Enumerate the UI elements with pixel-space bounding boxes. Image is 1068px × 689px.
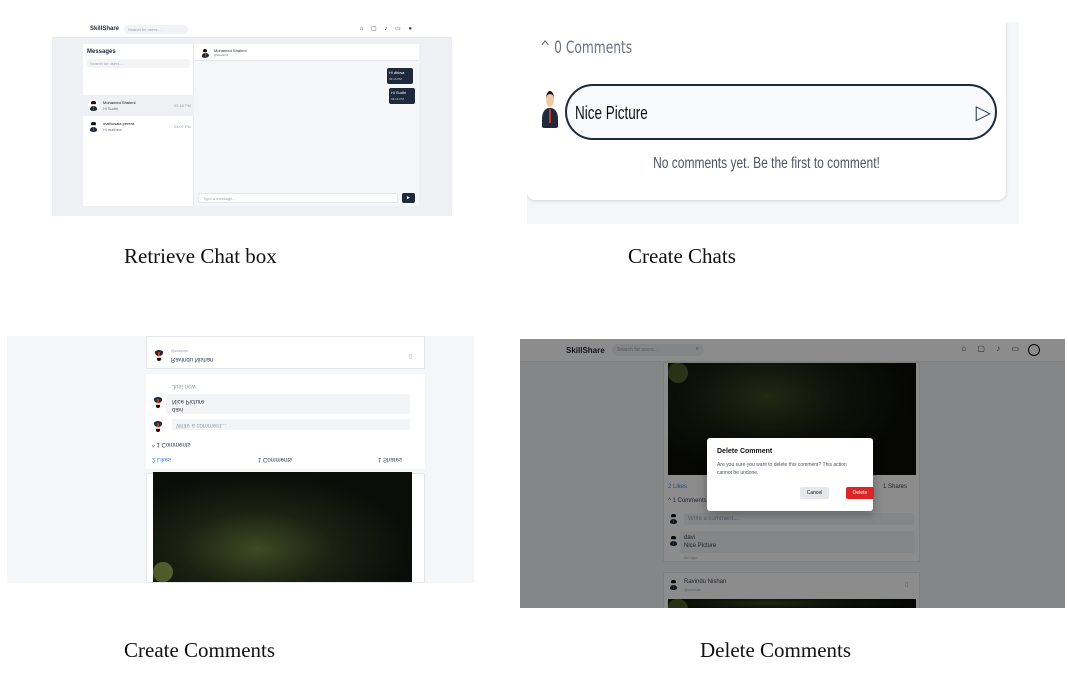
comments-count[interactable]: 1 Comments (258, 456, 292, 462)
caption-retrieve-chat: Retrieve Chat box (124, 244, 277, 268)
post-card (146, 472, 425, 583)
conversation-last-message: Hi mathew (103, 127, 122, 132)
create-comment-screenshot: 2 Likes 1 Comments 1 Shares ^ 1 Comments… (7, 336, 474, 583)
sidebar-title: Messages (87, 49, 116, 55)
conversation-time: 03:16 PM (173, 103, 191, 108)
home-icon[interactable]: ⌂ (360, 26, 364, 32)
comment-input[interactable]: Write a comment... (172, 419, 410, 430)
comment-text: Nice Picture (172, 398, 205, 404)
messages-sidebar: Messages Search for users... Mohamed Sha… (83, 44, 194, 206)
nav-icons: ⌂ ▢ ♪ ▭ ● (354, 25, 412, 32)
chat-icon[interactable]: ▭ (395, 26, 401, 32)
top-nav: SkillShare Search for users... ⌂ ▢ ♪ ▭ ● (52, 22, 452, 38)
message-time: 03:16 PM (391, 97, 404, 101)
flipped-content: 2 Likes 1 Comments 1 Shares ^ 1 Comments… (7, 336, 474, 583)
profile-icon[interactable]: ● (408, 26, 412, 32)
cancel-button[interactable]: Cancel (800, 487, 829, 499)
dialog-title: Delete Comment (717, 448, 773, 455)
search-input[interactable]: Search for users... (124, 25, 188, 34)
message-bubble: Hi Sudhi 03:16 PM (389, 88, 415, 104)
post-actions: 2 Likes 1 Comments 1 Shares ^ 1 Comments… (146, 374, 425, 469)
author-name: Ravindu Nishan (171, 356, 214, 362)
create-chat-screenshot: ^ 0 Comments Nice Picture ▷ No comments … (527, 22, 1019, 224)
message-bubble: Hi dhiwa 03:16 PM (387, 68, 413, 84)
avatar (153, 350, 165, 362)
dialog-message: Are you sure you want to delete this com… (717, 462, 847, 476)
caption-create-chats: Create Chats (628, 244, 736, 268)
likes-count[interactable]: 2 Likes (152, 456, 171, 462)
delete-comment-dialog: Delete Comment Are you sure you want to … (707, 438, 874, 511)
caption-create-comments: Create Comments (124, 638, 276, 662)
chat-header: Mohamed Shahmi @shahmiii (194, 44, 419, 61)
book-icon[interactable]: ▢ (371, 26, 377, 32)
post-header: Ravindu Nishan @ravindu ▯ (146, 336, 425, 369)
comments-toggle[interactable]: ^ 0 Comments (540, 38, 632, 58)
caption-delete-comments: Delete Comments (700, 638, 852, 662)
sidebar-search-input[interactable]: Search for users... (87, 59, 190, 68)
avatar (200, 48, 210, 58)
avatar (152, 397, 164, 409)
comment-time: Just now (172, 383, 196, 389)
message-text: Hi Sudhi (391, 90, 407, 95)
comment-input-value: Nice Picture (575, 103, 648, 123)
shares-count[interactable]: 1 Shares (378, 456, 402, 462)
send-icon[interactable]: ▷ (976, 100, 991, 125)
comment-item (166, 394, 410, 414)
comment-input[interactable]: Nice Picture ▷ (565, 84, 997, 140)
conversation-item[interactable]: mathusala perera Hi mathew 03:07 PM (83, 116, 194, 137)
avatar (88, 121, 99, 132)
avatar (152, 421, 164, 433)
bell-icon[interactable]: ♪ (384, 26, 387, 32)
send-button[interactable]: ► (402, 193, 415, 203)
message-text: Hi dhiwa (389, 70, 405, 75)
conversation-item[interactable]: Mohamed Shahmi Hi Sudhi 03:16 PM (83, 95, 194, 116)
author-handle: @ravindu (171, 349, 189, 354)
message-time: 03:16 PM (389, 77, 402, 81)
chat-contact-handle: @shahmiii (214, 53, 229, 57)
chat-window: Mohamed Shahmi @shahmiii Hi dhiwa 03:16 … (194, 44, 419, 206)
post-image (153, 472, 412, 582)
brand-logo: SkillShare (90, 26, 120, 32)
comment-author: davi (172, 406, 184, 412)
delete-icon[interactable]: ▯ (409, 353, 412, 360)
empty-comments-text: No comments yet. Be the first to comment… (653, 155, 880, 172)
chat-screenshot: SkillShare Search for users... ⌂ ▢ ♪ ▭ ●… (52, 22, 452, 216)
delete-comment-screenshot: SkillShare Search for users... ⌕ ⌂ ▢ ♪ ▭… (520, 339, 1065, 608)
message-input[interactable]: Type a message... (198, 193, 398, 203)
conversation-name: mathusala perera (103, 121, 135, 126)
conversation-time: 03:07 PM (173, 124, 191, 129)
delete-button[interactable]: Delete (846, 487, 874, 499)
conversation-last-message: Hi Sudhi (103, 106, 119, 111)
avatar (539, 88, 561, 128)
avatar (88, 100, 99, 111)
conversation-name: Mohamed Shahmi (103, 100, 136, 105)
comments-card: ^ 0 Comments Nice Picture ▷ No comments … (527, 22, 1006, 200)
comments-toggle[interactable]: ^ 1 Comments (152, 441, 191, 447)
